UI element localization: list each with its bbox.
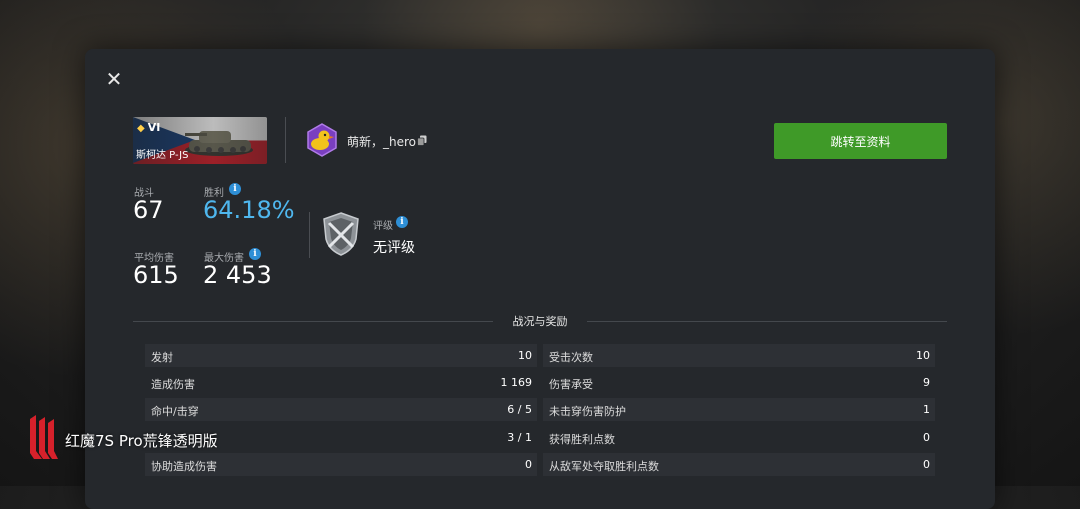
tank-name: 斯柯达 P-JS bbox=[136, 150, 189, 161]
stat-row: 未击穿伤害防护 1 bbox=[543, 398, 935, 421]
stat-row: 命中/击穿 6 / 5 bbox=[145, 398, 537, 421]
row-value: 1 bbox=[923, 403, 930, 416]
info-icon[interactable]: i bbox=[249, 248, 261, 260]
info-icon[interactable]: i bbox=[229, 183, 241, 195]
row-value: 0 bbox=[923, 458, 930, 471]
rating-value: 无评级 bbox=[373, 240, 415, 256]
section-title: 战况与奖励 bbox=[512, 315, 568, 328]
info-icon[interactable]: i bbox=[396, 216, 408, 228]
device-watermark: 红魔7S Pro荒锋透明版 bbox=[65, 432, 218, 450]
tank-card: ◆ VI 斯柯达 P-JS bbox=[133, 117, 267, 164]
stat-row: 获得胜利点数 0 bbox=[543, 426, 935, 449]
row-value: 3 / 1 bbox=[507, 431, 532, 444]
section-divider-left bbox=[133, 321, 493, 322]
row-value: 6 / 5 bbox=[507, 403, 532, 416]
winrate-value: 64.18% bbox=[203, 196, 295, 224]
stat-row: 造成伤害 1 169 bbox=[145, 371, 537, 394]
max-damage-value: 2 453 bbox=[203, 261, 272, 289]
battles-value: 67 bbox=[133, 196, 164, 224]
row-value: 10 bbox=[916, 349, 930, 362]
rating-label: 评级 bbox=[373, 221, 393, 232]
row-value: 0 bbox=[923, 431, 930, 444]
row-label: 从敌军处夺取胜利点数 bbox=[549, 460, 659, 473]
row-label: 伤害承受 bbox=[549, 378, 593, 391]
rating-shield-icon bbox=[323, 212, 359, 256]
tier-label: VI bbox=[147, 121, 161, 134]
redmagic-logo-icon bbox=[30, 415, 58, 459]
tank-tier: ◆ VI bbox=[137, 121, 160, 134]
row-value: 1 169 bbox=[500, 376, 533, 389]
copy-icon[interactable] bbox=[417, 135, 427, 146]
row-label: 获得胜利点数 bbox=[549, 433, 615, 446]
stat-row: 受击次数 10 bbox=[543, 344, 935, 367]
section-divider-right bbox=[587, 321, 947, 322]
row-label: 受击次数 bbox=[549, 351, 593, 364]
row-label: 协助造成伤害 bbox=[151, 460, 217, 473]
stat-row: 从敌军处夺取胜利点数 0 bbox=[543, 453, 935, 476]
stat-row: 协助造成伤害 0 bbox=[145, 453, 537, 476]
player-name: 萌新，_hero bbox=[347, 135, 417, 149]
row-value: 0 bbox=[525, 458, 532, 471]
avg-damage-value: 615 bbox=[133, 261, 179, 289]
go-to-profile-button[interactable]: 跳转至资料 bbox=[774, 123, 947, 159]
row-label: 命中/击穿 bbox=[151, 405, 199, 418]
row-label: 发射 bbox=[151, 351, 173, 364]
duck-avatar-icon bbox=[307, 123, 337, 157]
tier-icon: ◆ bbox=[137, 123, 145, 134]
row-value: 9 bbox=[923, 376, 930, 389]
stat-row: 发射 10 bbox=[145, 344, 537, 367]
close-icon[interactable]: ✕ bbox=[103, 68, 125, 90]
row-value: 10 bbox=[518, 349, 532, 362]
row-label: 造成伤害 bbox=[151, 378, 195, 391]
rating-divider bbox=[309, 212, 310, 258]
row-label: 未击穿伤害防护 bbox=[549, 405, 626, 418]
stat-row: 伤害承受 9 bbox=[543, 371, 935, 394]
header-divider bbox=[285, 117, 286, 163]
